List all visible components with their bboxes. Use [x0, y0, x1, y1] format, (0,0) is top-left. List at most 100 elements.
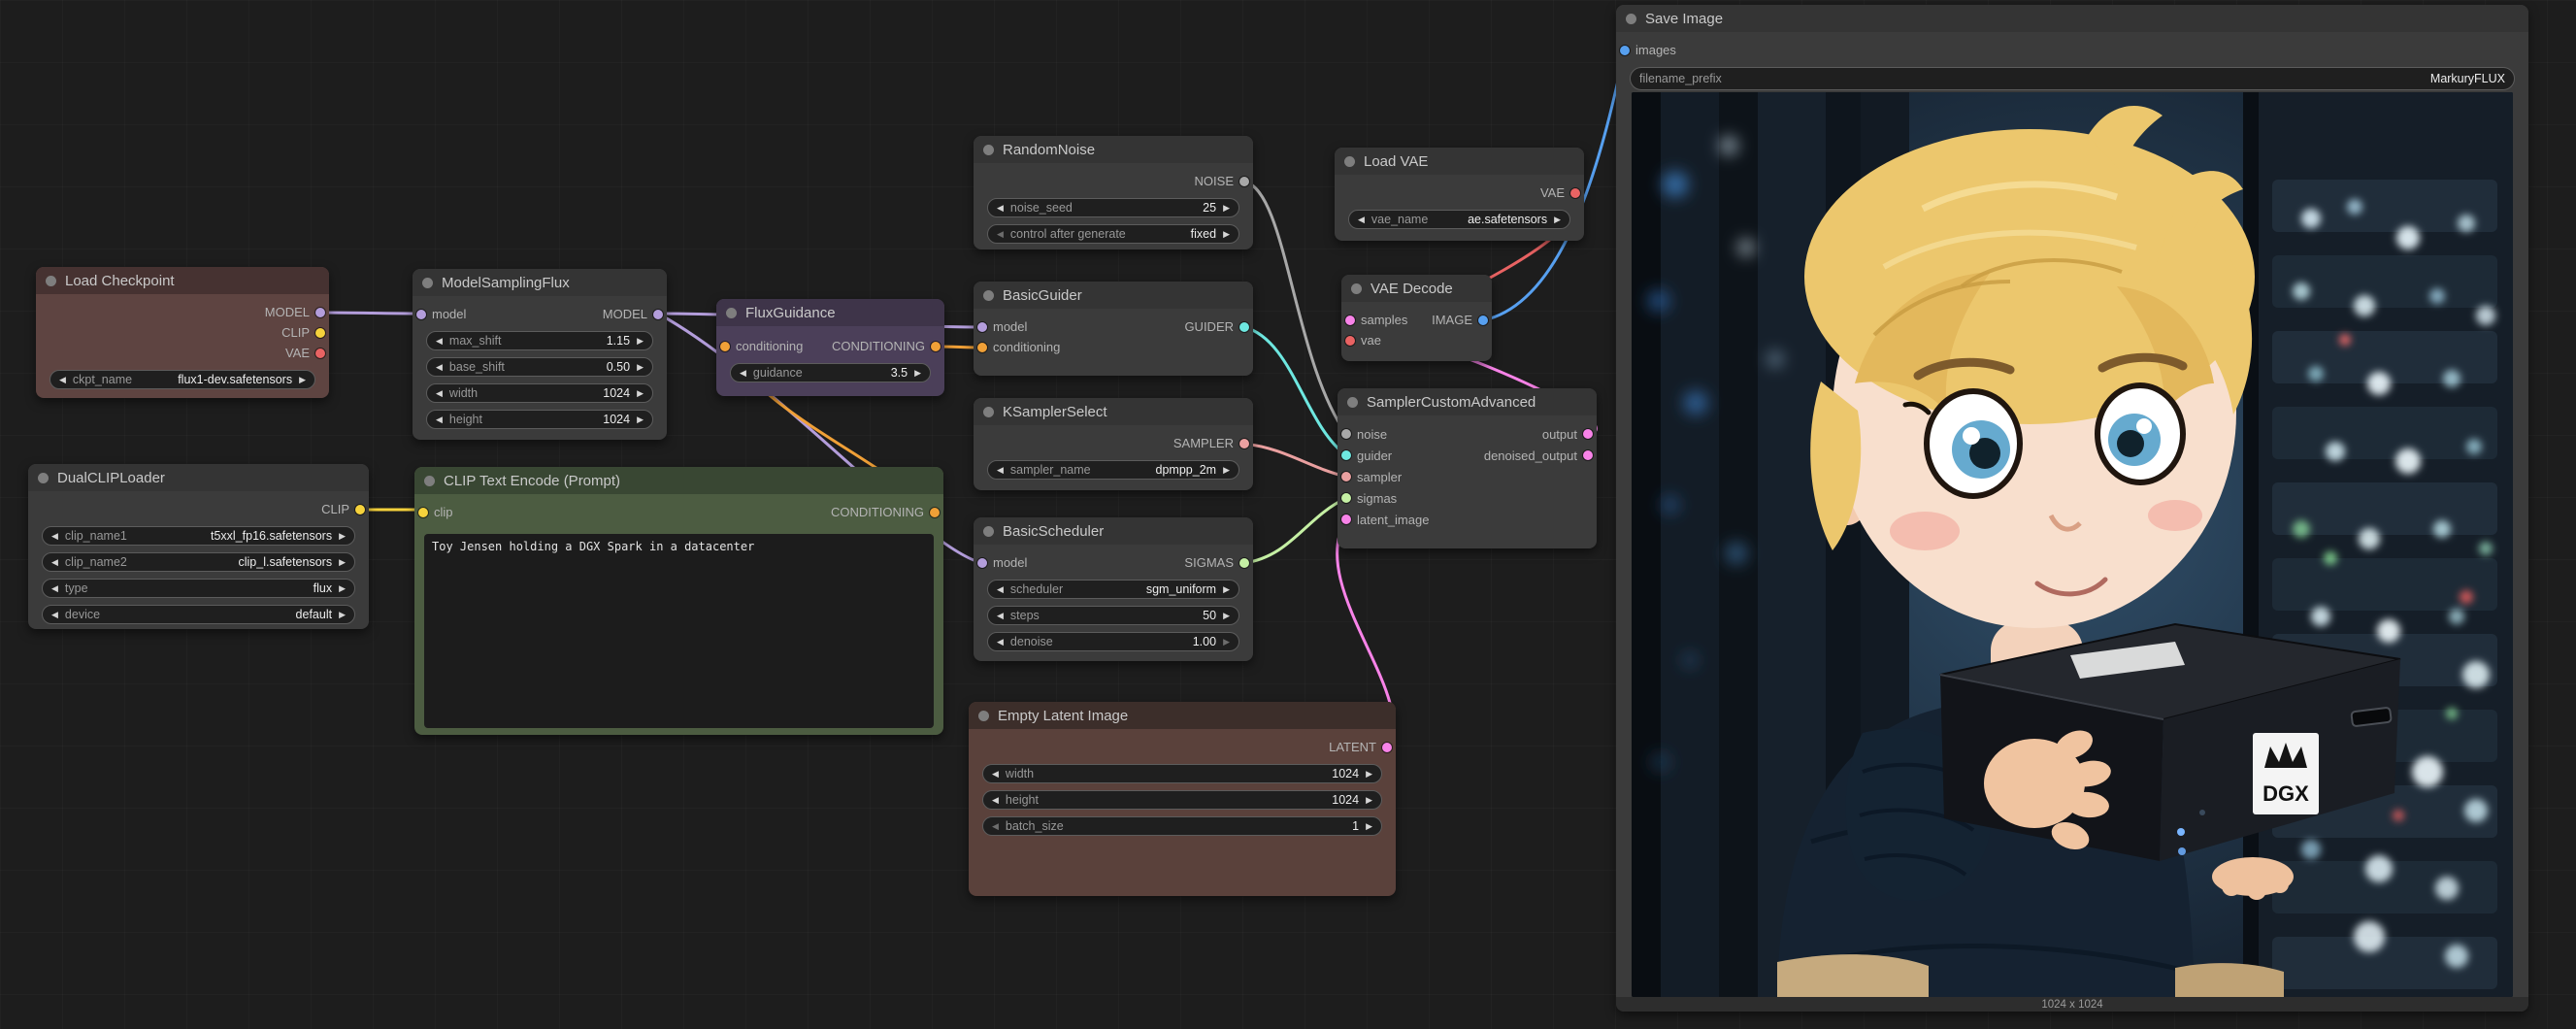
arrow-right-icon[interactable]: ▶: [1223, 638, 1230, 647]
arrow-left-icon[interactable]: ◀: [997, 230, 1004, 239]
arrow-right-icon[interactable]: ▶: [1554, 216, 1561, 224]
slot-dot-image-out[interactable]: [1478, 315, 1488, 325]
node-load-checkpoint[interactable]: Load Checkpoint MODEL CLIP VAE ◀ckpt_nam…: [36, 267, 329, 398]
arrow-right-icon[interactable]: ▶: [299, 376, 306, 384]
slot-dot-clip-in[interactable]: [418, 508, 428, 517]
collapse-dot-icon[interactable]: [983, 145, 994, 155]
slot-dot-conditioning-in[interactable]: [977, 343, 987, 352]
node-header[interactable]: BasicGuider: [974, 282, 1253, 309]
collapse-dot-icon[interactable]: [1626, 14, 1636, 24]
widget-vae-name[interactable]: ◀vae_nameae.safetensors▶: [1348, 210, 1570, 229]
arrow-right-icon[interactable]: ▶: [637, 389, 644, 398]
collapse-dot-icon[interactable]: [983, 290, 994, 301]
output-slot-guider[interactable]: GUIDER: [1184, 316, 1234, 337]
input-slot-model[interactable]: model: [993, 316, 1027, 337]
output-slot-sigmas[interactable]: SIGMAS: [1184, 552, 1234, 573]
arrow-right-icon[interactable]: ▶: [1366, 770, 1372, 779]
node-empty-latent-image[interactable]: Empty Latent Image LATENT ◀width1024▶ ◀h…: [969, 702, 1396, 896]
slot-dot-output[interactable]: [1583, 429, 1593, 439]
arrow-right-icon[interactable]: ▶: [637, 337, 644, 346]
widget-type[interactable]: ◀typeflux▶: [42, 579, 355, 598]
input-slot-latent-image[interactable]: latent_image: [1357, 509, 1429, 530]
widget-steps[interactable]: ◀steps50▶: [987, 606, 1239, 625]
arrow-right-icon[interactable]: ▶: [1223, 466, 1230, 475]
arrow-right-icon[interactable]: ▶: [1366, 822, 1372, 831]
slot-dot-vae[interactable]: [315, 349, 325, 358]
slot-dot-clip[interactable]: [355, 505, 365, 514]
arrow-right-icon[interactable]: ▶: [339, 532, 346, 541]
slot-dot-model-in[interactable]: [977, 322, 987, 332]
node-header[interactable]: BasicScheduler: [974, 517, 1253, 545]
input-slot-sigmas[interactable]: sigmas: [1357, 487, 1397, 509]
node-header[interactable]: Save Image: [1616, 5, 2528, 32]
node-sampler-custom-advanced[interactable]: SamplerCustomAdvanced noiseoutput guider…: [1338, 388, 1597, 548]
node-vae-decode[interactable]: VAE Decode samplesIMAGE vae: [1341, 275, 1492, 361]
output-slot-model[interactable]: MODEL: [265, 302, 310, 322]
arrow-right-icon[interactable]: ▶: [1223, 612, 1230, 620]
node-basic-guider[interactable]: BasicGuider model GUIDER conditioning: [974, 282, 1253, 376]
node-model-sampling-flux[interactable]: ModelSamplingFlux modelMODEL ◀max_shift1…: [413, 269, 667, 440]
slot-dot-denoised-output[interactable]: [1583, 450, 1593, 460]
output-slot-conditioning[interactable]: CONDITIONING: [831, 502, 924, 522]
collapse-dot-icon[interactable]: [726, 308, 737, 318]
node-header[interactable]: DualCLIPLoader: [28, 464, 369, 491]
input-slot-model[interactable]: model: [432, 304, 466, 324]
slot-dot-conditioning-out[interactable]: [931, 342, 941, 351]
node-header[interactable]: ModelSamplingFlux: [413, 269, 667, 296]
output-slot-conditioning[interactable]: CONDITIONING: [832, 336, 925, 356]
output-slot-sampler[interactable]: SAMPLER: [1173, 433, 1234, 453]
output-slot-latent[interactable]: LATENT: [1329, 737, 1376, 757]
arrow-left-icon[interactable]: ◀: [992, 770, 999, 779]
node-load-vae[interactable]: Load VAE VAE ◀vae_nameae.safetensors▶: [1335, 148, 1584, 241]
widget-max-shift[interactable]: ◀max_shift1.15▶: [426, 331, 653, 350]
arrow-left-icon[interactable]: ◀: [997, 466, 1004, 475]
widget-control-after-generate[interactable]: ◀control after generatefixed▶: [987, 224, 1239, 244]
arrow-right-icon[interactable]: ▶: [1366, 796, 1372, 805]
node-header[interactable]: CLIP Text Encode (Prompt): [414, 467, 943, 494]
output-slot-image[interactable]: IMAGE: [1432, 310, 1472, 330]
collapse-dot-icon[interactable]: [983, 407, 994, 417]
arrow-left-icon[interactable]: ◀: [51, 532, 58, 541]
arrow-left-icon[interactable]: ◀: [997, 612, 1004, 620]
arrow-right-icon[interactable]: ▶: [1223, 585, 1230, 594]
generated-image-preview[interactable]: DGX: [1632, 92, 2513, 997]
collapse-dot-icon[interactable]: [983, 526, 994, 537]
arrow-left-icon[interactable]: ◀: [436, 337, 443, 346]
slot-dot-guider-in[interactable]: [1341, 450, 1351, 460]
widget-clip-name2[interactable]: ◀clip_name2clip_l.safetensors▶: [42, 552, 355, 572]
widget-height[interactable]: ◀height1024▶: [426, 410, 653, 429]
arrow-left-icon[interactable]: ◀: [51, 611, 58, 619]
arrow-left-icon[interactable]: ◀: [59, 376, 66, 384]
output-slot-clip[interactable]: CLIP: [321, 499, 349, 519]
input-slot-conditioning[interactable]: conditioning: [993, 337, 1060, 357]
arrow-right-icon[interactable]: ▶: [1223, 230, 1230, 239]
output-slot-output[interactable]: output: [1542, 423, 1577, 445]
arrow-right-icon[interactable]: ▶: [339, 558, 346, 567]
input-slot-samples[interactable]: samples: [1361, 310, 1407, 330]
widget-width[interactable]: ◀width1024▶: [426, 383, 653, 403]
arrow-right-icon[interactable]: ▶: [1223, 204, 1230, 213]
slot-dot-clip[interactable]: [315, 328, 325, 338]
arrow-right-icon[interactable]: ▶: [339, 584, 346, 593]
arrow-left-icon[interactable]: ◀: [997, 204, 1004, 213]
widget-base-shift[interactable]: ◀base_shift0.50▶: [426, 357, 653, 377]
output-slot-noise[interactable]: NOISE: [1195, 171, 1234, 191]
node-header[interactable]: Load Checkpoint: [36, 267, 329, 294]
arrow-left-icon[interactable]: ◀: [997, 638, 1004, 647]
input-slot-guider[interactable]: guider: [1357, 445, 1392, 466]
slot-dot-sigmas-out[interactable]: [1239, 558, 1249, 568]
slot-dot-samples-in[interactable]: [1345, 315, 1355, 325]
slot-dot-model-out[interactable]: [653, 310, 663, 319]
widget-sampler-name[interactable]: ◀sampler_namedpmpp_2m▶: [987, 460, 1239, 480]
widget-filename-prefix[interactable]: filename_prefixMarkuryFLUX: [1630, 67, 2515, 90]
input-slot-vae[interactable]: vae: [1361, 330, 1381, 350]
output-slot-denoised-output[interactable]: denoised_output: [1484, 445, 1577, 466]
output-slot-vae[interactable]: VAE: [1540, 183, 1565, 203]
node-save-image[interactable]: Save Image images filename_prefixMarkury…: [1616, 5, 2528, 1012]
node-header[interactable]: Empty Latent Image: [969, 702, 1396, 729]
slot-dot-guider-out[interactable]: [1239, 322, 1249, 332]
node-dual-clip-loader[interactable]: DualCLIPLoader CLIP ◀clip_name1t5xxl_fp1…: [28, 464, 369, 629]
slot-dot-conditioning-in[interactable]: [720, 342, 730, 351]
node-header[interactable]: Load VAE: [1335, 148, 1584, 175]
input-slot-conditioning[interactable]: conditioning: [736, 336, 803, 356]
